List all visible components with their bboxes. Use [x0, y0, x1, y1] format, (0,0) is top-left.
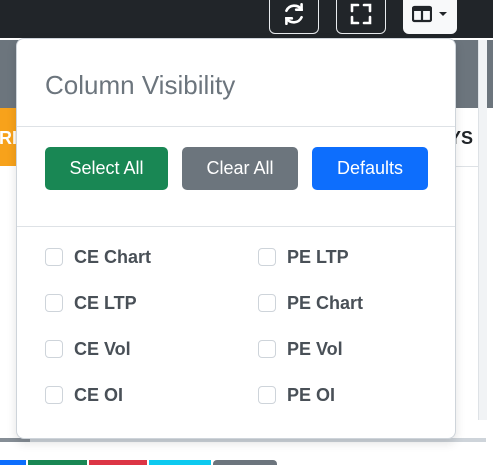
orange-chip-text: RI	[0, 128, 17, 148]
checkbox[interactable]	[45, 340, 63, 358]
refresh-icon	[285, 2, 303, 26]
option-label: PE Chart	[287, 292, 364, 313]
column-visibility-panel: Column Visibility Select All Clear All D…	[16, 38, 456, 439]
fullscreen-icon	[350, 3, 372, 25]
bottom-tab-blue	[0, 460, 26, 465]
bottom-tab-green	[28, 460, 87, 465]
checkbox[interactable]	[258, 386, 276, 404]
option-label: CE Chart	[74, 246, 152, 267]
option-pe-oi[interactable]: PE OI	[258, 383, 335, 407]
checkbox[interactable]	[45, 248, 63, 266]
checkbox[interactable]	[45, 294, 63, 312]
columns-icon	[412, 5, 432, 23]
option-label: CE LTP	[74, 292, 137, 313]
checkbox[interactable]	[258, 294, 276, 312]
refresh-button[interactable]	[269, 0, 319, 34]
option-label: PE LTP	[287, 246, 349, 267]
columns-dropdown-button[interactable]	[403, 0, 457, 34]
option-label: CE Vol	[74, 338, 131, 359]
scrollbar[interactable]	[478, 40, 487, 420]
checkbox[interactable]	[45, 386, 63, 404]
option-ce-ltp[interactable]: CE LTP	[45, 291, 137, 315]
defaults-button[interactable]: Defaults	[312, 147, 428, 190]
select-all-button[interactable]: Select All	[45, 147, 168, 190]
option-ce-vol[interactable]: CE Vol	[45, 337, 131, 361]
fullscreen-button[interactable]	[336, 0, 386, 34]
option-label: PE Vol	[287, 338, 343, 359]
dropdown-caret-icon	[439, 12, 447, 16]
clear-all-button[interactable]: Clear All	[182, 147, 298, 190]
option-pe-vol[interactable]: PE Vol	[258, 337, 343, 361]
option-pe-chart[interactable]: PE Chart	[258, 291, 363, 315]
panel-divider-top	[17, 126, 455, 127]
option-pe-ltp[interactable]: PE LTP	[258, 245, 349, 269]
checkbox[interactable]	[258, 340, 276, 358]
option-label: PE OI	[287, 384, 336, 405]
bottom-tab-red	[89, 460, 147, 465]
panel-divider-bottom	[17, 226, 455, 227]
bottom-tab-cyan	[149, 460, 211, 465]
checkbox[interactable]	[258, 248, 276, 266]
panel-title: Column Visibility	[45, 70, 236, 100]
option-label: CE OI	[74, 384, 124, 405]
option-ce-oi[interactable]: CE OI	[45, 383, 123, 407]
bottom-tab-gray	[213, 460, 277, 465]
option-ce-chart[interactable]: CE Chart	[45, 245, 151, 269]
